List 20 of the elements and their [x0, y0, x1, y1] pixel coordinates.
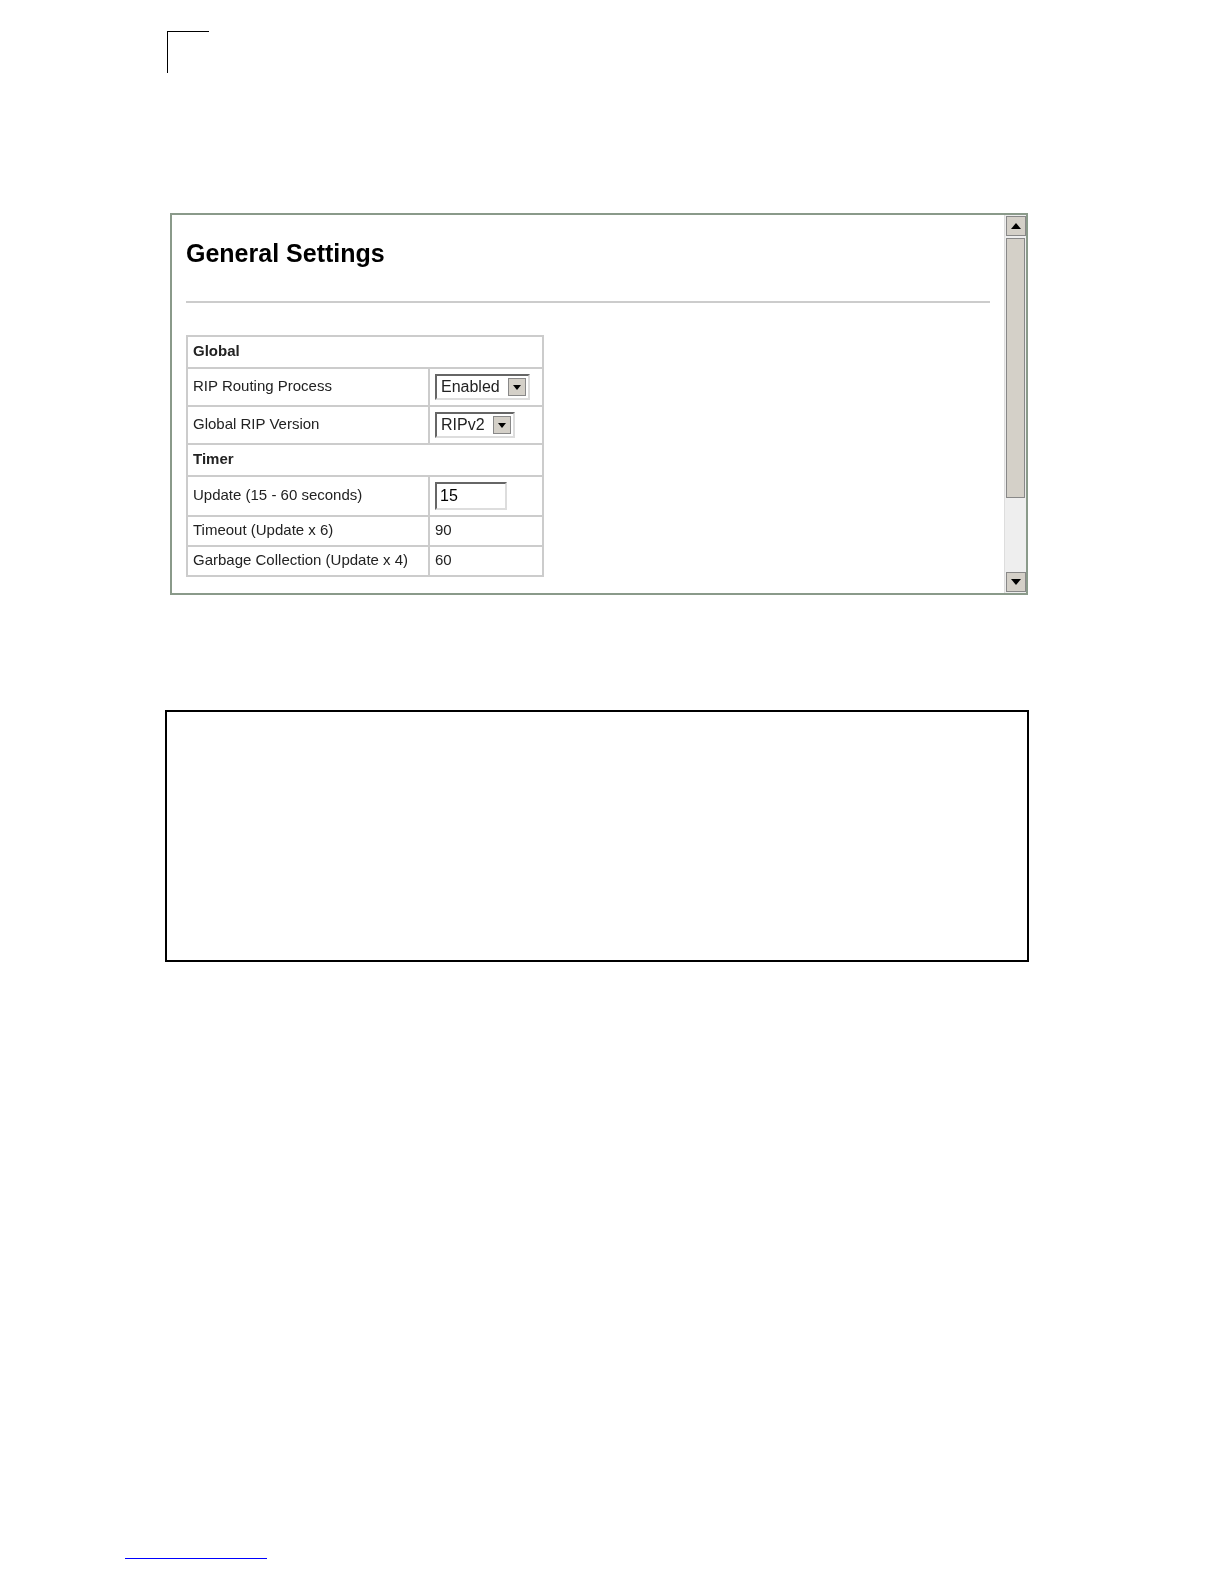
- field-label: RIP Routing Process: [193, 377, 332, 395]
- crop-mark: [167, 31, 209, 73]
- scroll-down-icon[interactable]: [1006, 572, 1026, 592]
- caret-icon[interactable]: [492, 415, 511, 434]
- scrollbar[interactable]: [1004, 215, 1026, 593]
- field-label: Global RIP Version: [193, 415, 320, 433]
- field-label: Update (15 - 60 seconds): [193, 486, 363, 504]
- dropdown[interactable]: Enabled: [435, 373, 530, 400]
- field-value: 90: [435, 521, 452, 539]
- field-label: Garbage Collection (Update x 4): [193, 551, 409, 569]
- scroll-up-icon[interactable]: [1006, 216, 1026, 236]
- input-field[interactable]: 15: [435, 481, 507, 510]
- window-title: General Settings: [186, 238, 386, 269]
- section-heading: Timer: [193, 450, 234, 468]
- caret-icon[interactable]: [507, 377, 526, 396]
- field-label: Timeout (Update x 6): [193, 521, 334, 539]
- dropdown[interactable]: RIPv2: [435, 411, 515, 438]
- scroll-thumb[interactable]: [1006, 238, 1025, 498]
- field-value: 60: [435, 551, 452, 569]
- section-heading: Global: [193, 342, 240, 360]
